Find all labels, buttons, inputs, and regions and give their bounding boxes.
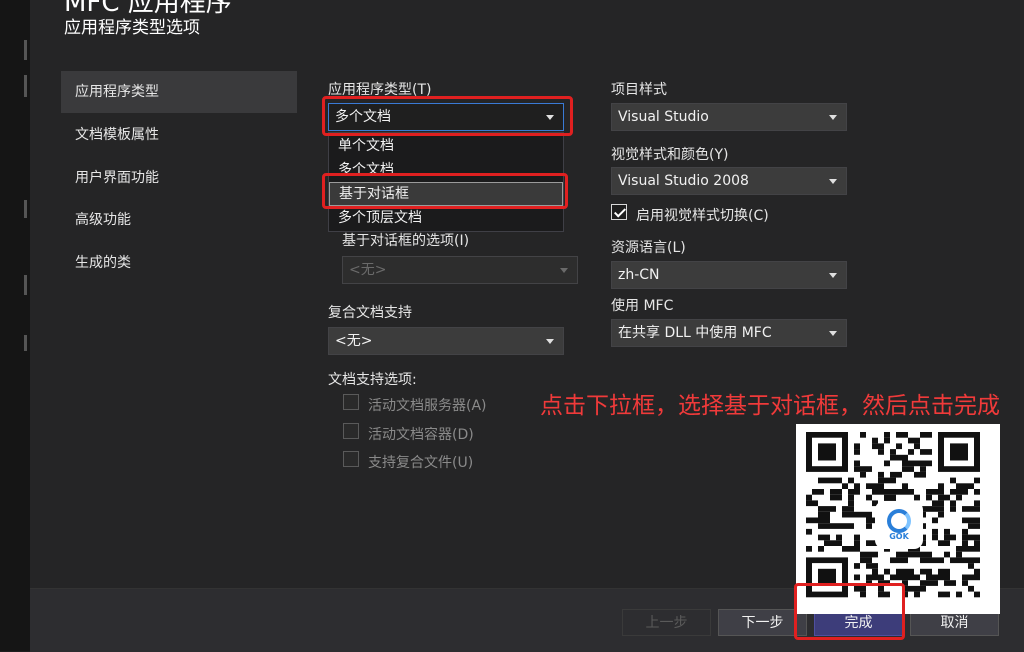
use-mfc-label: 使用 MFC — [611, 298, 674, 314]
visual-style-value: Visual Studio 2008 — [618, 173, 749, 189]
chevron-down-icon — [546, 339, 554, 344]
nav-item-document-template[interactable]: 文档模板属性 — [61, 114, 297, 156]
chevron-down-icon — [546, 115, 554, 120]
dropdown-option-multiple-top-level[interactable]: 多个顶层文档 — [329, 206, 563, 230]
dropdown-option-single-document[interactable]: 单个文档 — [329, 134, 563, 158]
dropdown-option-dialog-based[interactable]: 基于对话框 — [329, 182, 563, 206]
nav-item-application-type[interactable]: 应用程序类型 — [61, 71, 297, 113]
tutorial-annotation: 点击下拉框，选择基于对话框，然后点击完成 — [540, 393, 1000, 419]
project-style-value: Visual Studio — [618, 109, 709, 125]
visual-style-label: 视觉样式和颜色(Y) — [611, 147, 729, 163]
use-mfc-select[interactable]: 在共享 DLL 中使用 MFC — [611, 319, 847, 347]
resource-language-value: zh-CN — [618, 267, 660, 283]
chevron-down-icon — [829, 115, 837, 120]
page-subtitle: 应用程序类型选项 — [64, 18, 200, 38]
active-doc-server-label: 活动文档服务器(A) — [368, 398, 487, 414]
left-editor-strip — [0, 0, 31, 651]
dropdown-option-multiple-documents[interactable]: 多个文档 — [329, 158, 563, 182]
app-type-select[interactable]: 多个文档 — [328, 103, 564, 131]
compound-doc-value: <无> — [335, 333, 373, 349]
chevron-down-icon — [560, 268, 568, 273]
chevron-down-icon — [829, 331, 837, 336]
compound-doc-label: 复合文档支持 — [328, 305, 412, 321]
project-style-select[interactable]: Visual Studio — [611, 103, 847, 131]
nav-item-advanced[interactable]: 高级功能 — [61, 199, 297, 241]
dialog-options-select: <无> — [342, 256, 578, 284]
resource-language-label: 资源语言(L) — [611, 240, 686, 256]
compound-file-checkbox — [343, 451, 359, 467]
nav-item-user-interface[interactable]: 用户界面功能 — [61, 157, 297, 199]
dialog-options-value: <无> — [349, 262, 387, 278]
active-doc-container-checkbox — [343, 423, 359, 439]
app-type-dropdown-list: 单个文档 多个文档 基于对话框 多个顶层文档 — [328, 132, 564, 232]
dialog-options-label: 基于对话框的选项(I) — [342, 233, 470, 249]
chevron-down-icon — [829, 179, 837, 184]
doc-support-label: 文档支持选项: — [328, 372, 417, 388]
gok-logo-icon: GOK — [878, 504, 920, 546]
app-type-value: 多个文档 — [335, 109, 391, 125]
enable-visual-switch-label: 启用视觉样式切换(C) — [636, 208, 769, 224]
compound-file-label: 支持复合文件(U) — [368, 455, 474, 471]
gok-logo-text: GOK — [889, 532, 909, 541]
enable-visual-switch-checkbox[interactable] — [611, 204, 627, 220]
use-mfc-value: 在共享 DLL 中使用 MFC — [618, 325, 772, 341]
next-button[interactable]: 下一步 — [718, 609, 807, 636]
visual-style-select[interactable]: Visual Studio 2008 — [611, 167, 847, 195]
qr-code: GOK — [796, 424, 1000, 614]
active-doc-server-checkbox — [343, 394, 359, 410]
app-type-label: 应用程序类型(T) — [328, 82, 432, 98]
chevron-down-icon — [829, 273, 837, 278]
project-style-label: 项目样式 — [611, 82, 667, 98]
resource-language-select[interactable]: zh-CN — [611, 261, 847, 289]
compound-doc-select[interactable]: <无> — [328, 327, 564, 355]
nav-item-generated-classes[interactable]: 生成的类 — [61, 242, 297, 284]
active-doc-container-label: 活动文档容器(D) — [368, 427, 474, 443]
prev-button: 上一步 — [622, 609, 711, 636]
